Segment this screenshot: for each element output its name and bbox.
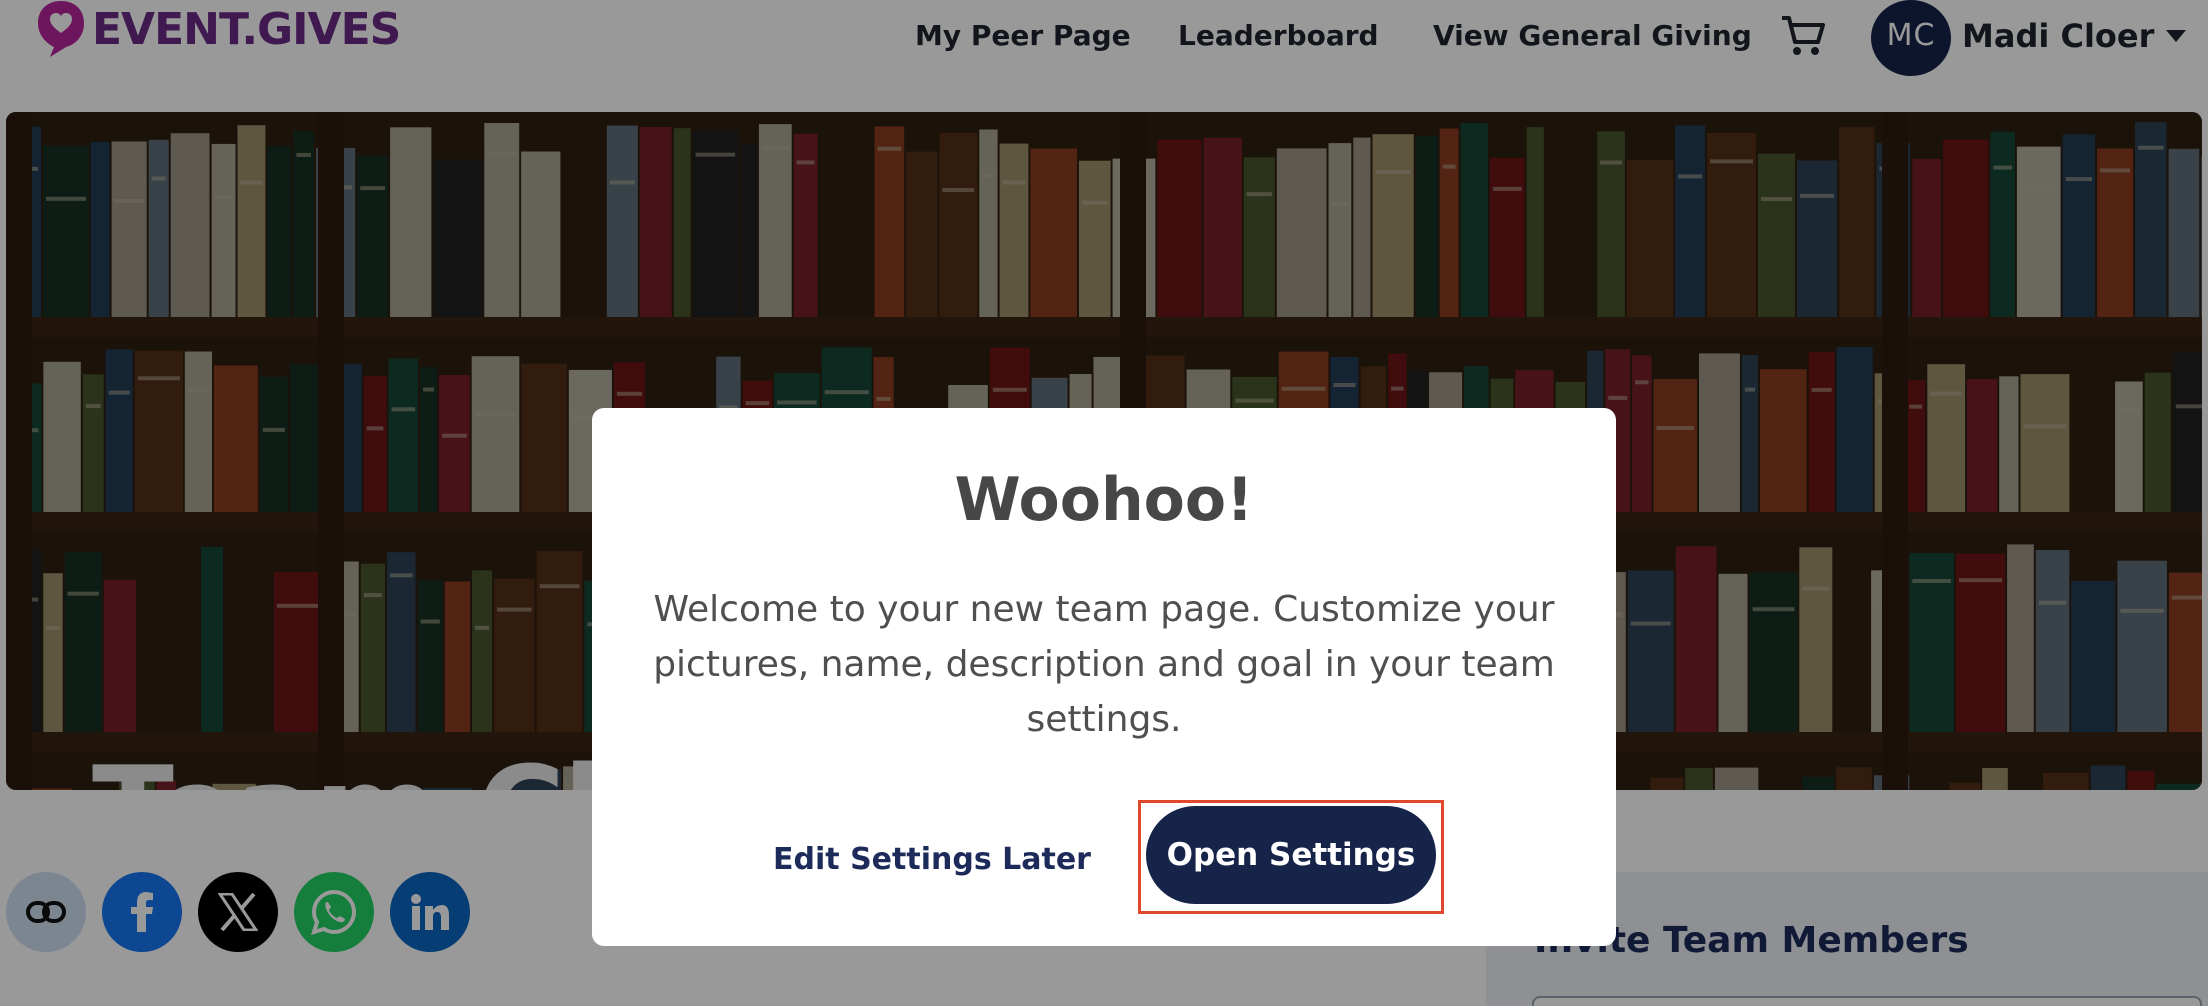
page: EVENT.GIVES My Peer Page Leaderboard Vie…: [0, 0, 2208, 1006]
dialog-message: Welcome to your new team page. Customize…: [653, 589, 1555, 740]
edit-settings-later-button[interactable]: Edit Settings Later: [772, 828, 1092, 892]
welcome-dialog: Woohoo! Welcome to your new team page. C…: [592, 408, 1616, 946]
open-settings-button[interactable]: Open Settings: [1146, 806, 1436, 904]
dialog-title: Woohoo!: [954, 465, 1254, 535]
